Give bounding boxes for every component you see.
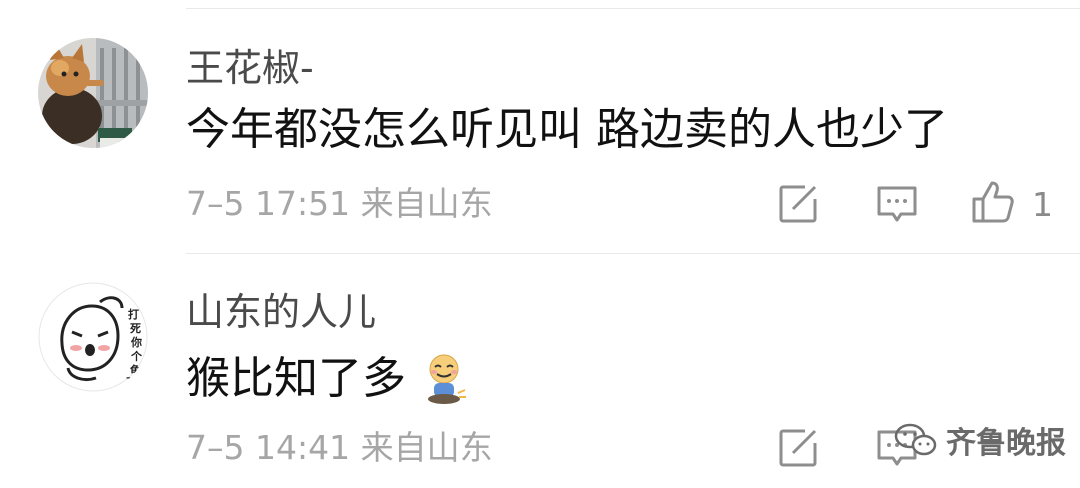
edit-square-icon xyxy=(779,185,817,223)
comment-text: 今年都没怎么听见叫 路边卖的人也少了 xyxy=(186,104,948,155)
comment-bubble-icon xyxy=(877,186,917,222)
edit-square-icon xyxy=(779,429,817,467)
comment-meta: 7–5 17:51 来自山东 xyxy=(186,184,493,223)
smiling-figure-emoji xyxy=(420,353,468,405)
like-count: 1 xyxy=(1032,185,1053,224)
comment-text-content: 猴比知了多 xyxy=(186,353,406,404)
user-avatar[interactable]: 打 死 你 个 龟 孙 xyxy=(38,282,148,392)
repost-button[interactable] xyxy=(775,425,821,471)
svg-text:龟: 龟 xyxy=(130,363,141,377)
reply-button[interactable] xyxy=(874,181,920,227)
watermark-text: 齐鲁晚报 xyxy=(946,426,1066,461)
thumbs-up-icon xyxy=(972,181,1014,223)
cartoon-face-avatar: 打 死 你 个 龟 孙 xyxy=(38,282,148,392)
wechat-logo-icon xyxy=(894,423,937,456)
svg-text:死: 死 xyxy=(130,322,141,335)
watermark: 齐鲁晚报 xyxy=(894,420,1066,461)
comment-divider xyxy=(186,253,1080,254)
svg-text:孙: 孙 xyxy=(126,375,137,389)
repost-button[interactable] xyxy=(775,181,821,227)
cat-photo-avatar xyxy=(38,38,148,148)
user-avatar[interactable] xyxy=(38,38,148,148)
username[interactable]: 王花椒- xyxy=(186,49,314,87)
svg-text:打: 打 xyxy=(128,307,139,321)
svg-text:你: 你 xyxy=(130,335,142,349)
svg-text:个: 个 xyxy=(130,349,143,363)
top-divider xyxy=(186,8,1080,9)
username[interactable]: 山东的人儿 xyxy=(186,293,376,331)
like-button[interactable] xyxy=(970,179,1016,225)
comment-meta: 7–5 14:41 来自山东 xyxy=(186,428,493,467)
comment-text: 猴比知了多 xyxy=(186,353,468,405)
